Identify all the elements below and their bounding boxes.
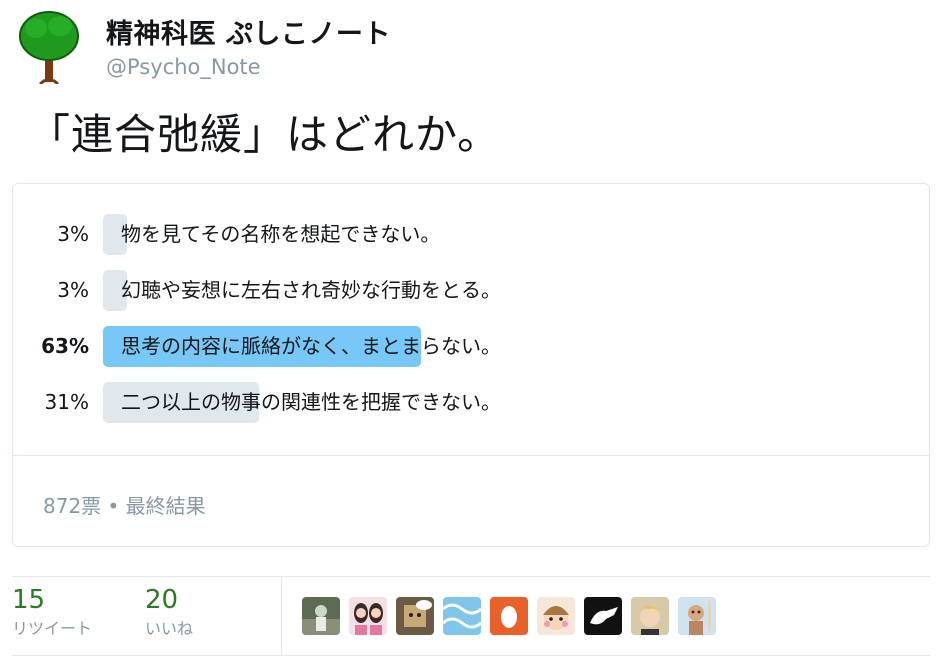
poll-choice-percent: 3%	[57, 278, 89, 302]
poll-choice-percent: 31%	[44, 390, 89, 414]
doll-avatar[interactable]	[678, 597, 716, 635]
like-count[interactable]: 20	[145, 584, 193, 616]
stats-divider-bottom	[12, 655, 930, 656]
poll-vote-summary: 872票 • 最終結果	[43, 494, 206, 518]
display-name[interactable]: 精神科医 ぷしこノート	[106, 12, 391, 51]
poll-choice: 3% 幻聴や妄想に左右され奇妙な行動をとる。	[13, 270, 929, 311]
cartoon-boy-avatar[interactable]	[537, 597, 575, 635]
like-label[interactable]: いいね	[145, 618, 193, 640]
poll-choice: 63% 思考の内容に脈絡がなく、まとまらない。	[13, 326, 929, 367]
two-girls-avatar[interactable]	[349, 597, 387, 635]
tree-icon	[19, 11, 79, 84]
blond-person-avatar[interactable]	[631, 597, 669, 635]
like-stat[interactable]: 20 いいね	[145, 584, 193, 640]
box-character-avatar[interactable]	[396, 597, 434, 635]
photo-landscape-avatar[interactable]	[302, 597, 340, 635]
poll-card: 3% 物を見てその名称を想起できない。 3% 幻聴や妄想に左右され奇妙な行動をと…	[12, 183, 930, 547]
egg-avatar[interactable]	[490, 597, 528, 635]
poll-divider	[13, 455, 929, 456]
poll-choice-label: 幻聴や妄想に左右され奇妙な行動をとる。	[121, 278, 501, 302]
blue-pattern-avatar[interactable]	[443, 597, 481, 635]
poll-choice-label: 二つ以上の物事の関連性を把握できない。	[121, 390, 501, 414]
tweet-text: 「連合弛緩」はどれか。	[28, 110, 501, 159]
poll-choice-label: 思考の内容に脈絡がなく、まとまらない。	[121, 334, 501, 358]
retweet-stat[interactable]: 15 リツイート	[12, 584, 92, 640]
poll-choice-percent: 3%	[57, 222, 89, 246]
avatar[interactable]	[18, 8, 80, 84]
poll-choice: 3% 物を見てその名称を想起できない。	[13, 214, 929, 255]
stats-divider-top	[12, 576, 930, 577]
poll-choice-label: 物を見てその名称を想起できない。	[121, 222, 441, 246]
stats-separator	[281, 577, 282, 655]
user-handle[interactable]: @Psycho_Note	[106, 55, 261, 79]
retweet-count[interactable]: 15	[12, 584, 92, 616]
retweet-label[interactable]: リツイート	[12, 618, 92, 640]
white-hand-avatar[interactable]	[584, 597, 622, 635]
poll-choice-percent: 63%	[41, 334, 89, 358]
poll-choice: 31% 二つ以上の物事の関連性を把握できない。	[13, 382, 929, 423]
